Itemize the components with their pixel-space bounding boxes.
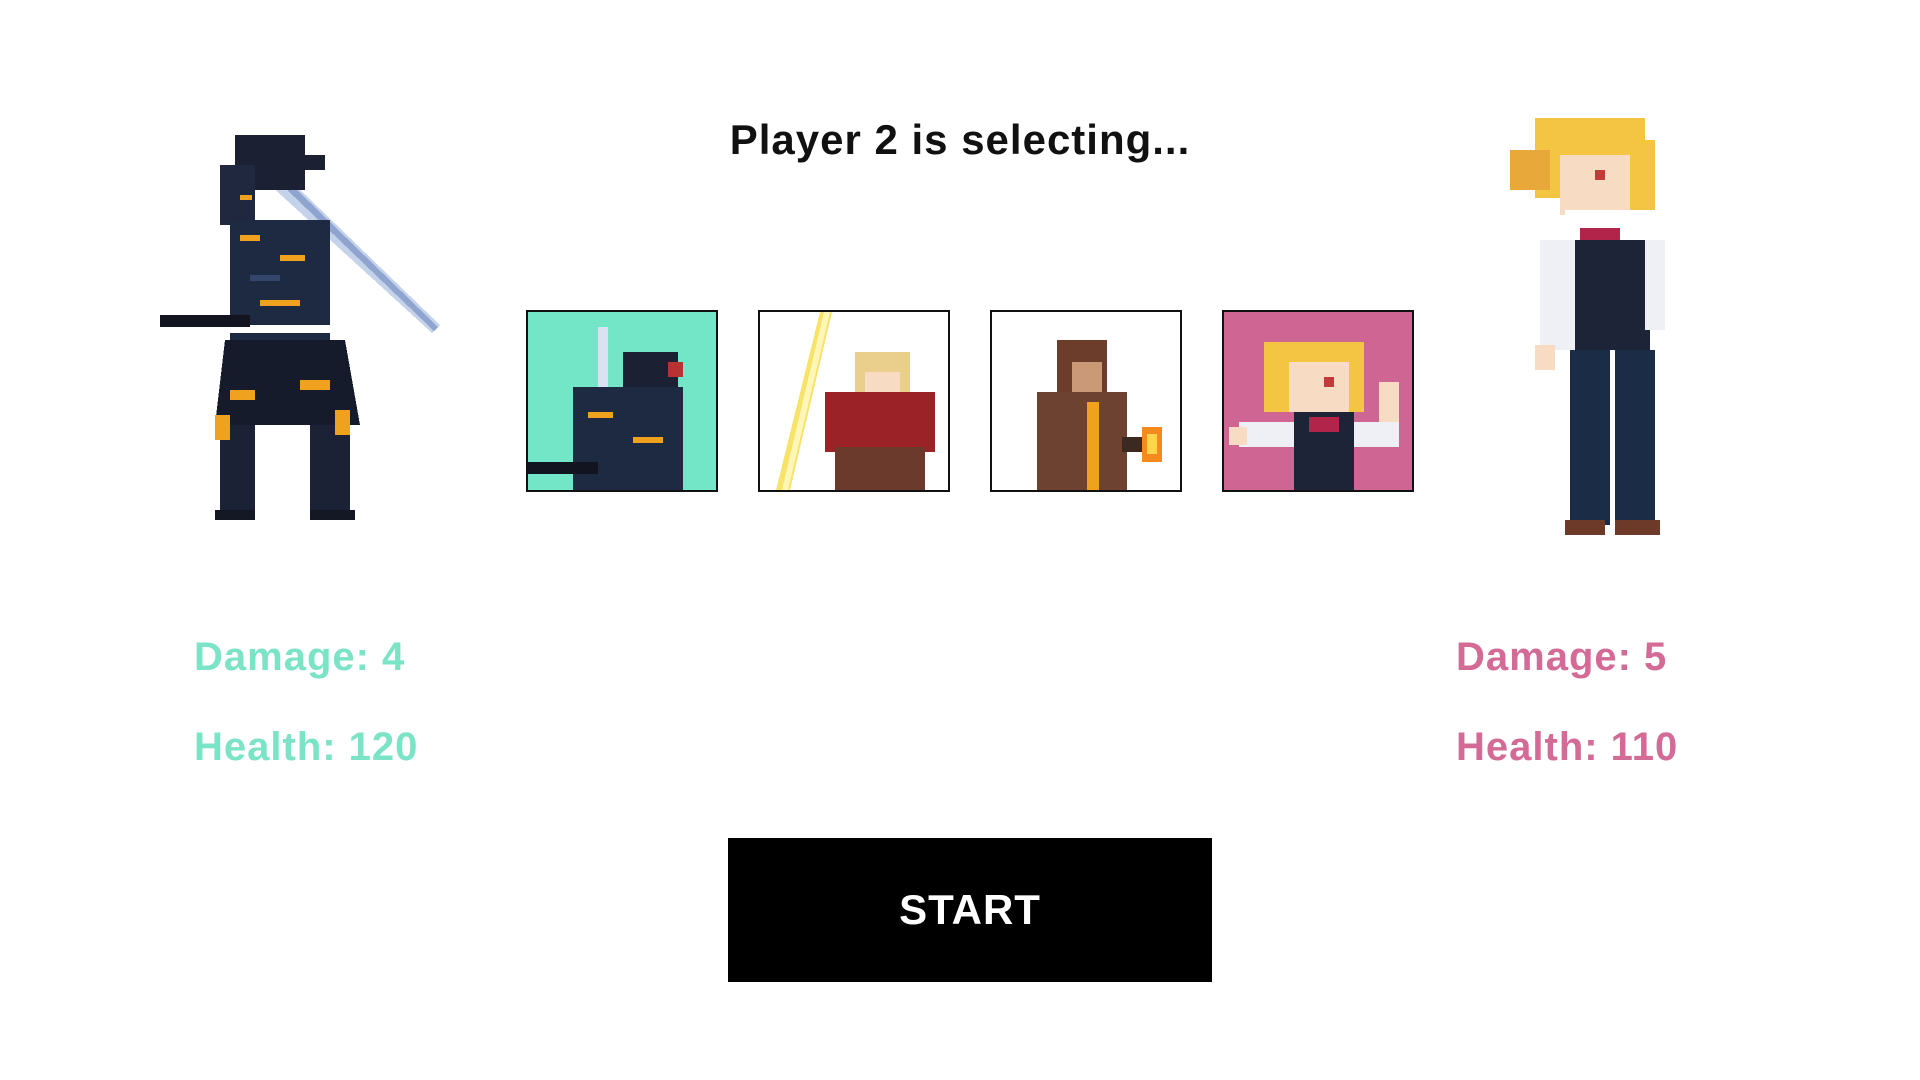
roster-card-swordsman[interactable]: [758, 310, 950, 492]
player1-samurai-portrait: [160, 125, 460, 545]
blonde-girl-icon: [1229, 342, 1399, 490]
swordsman-icon: [776, 312, 935, 490]
player2-damage-stat: Damage: 5: [1456, 635, 1668, 679]
samurai-icon: [528, 327, 683, 490]
start-button[interactable]: START: [728, 838, 1212, 982]
character-roster: [526, 310, 1414, 492]
roster-card-monk[interactable]: [990, 310, 1182, 492]
player1-health-stat: Health: 120: [194, 725, 419, 769]
player2-health-stat: Health: 110: [1456, 725, 1679, 769]
monk-icon: [1037, 340, 1162, 490]
roster-card-samurai[interactable]: [526, 310, 718, 492]
player2-blonde-girl-portrait: [1500, 110, 1730, 545]
player1-damage-stat: Damage: 4: [194, 635, 406, 679]
roster-card-blonde-girl[interactable]: [1222, 310, 1414, 492]
